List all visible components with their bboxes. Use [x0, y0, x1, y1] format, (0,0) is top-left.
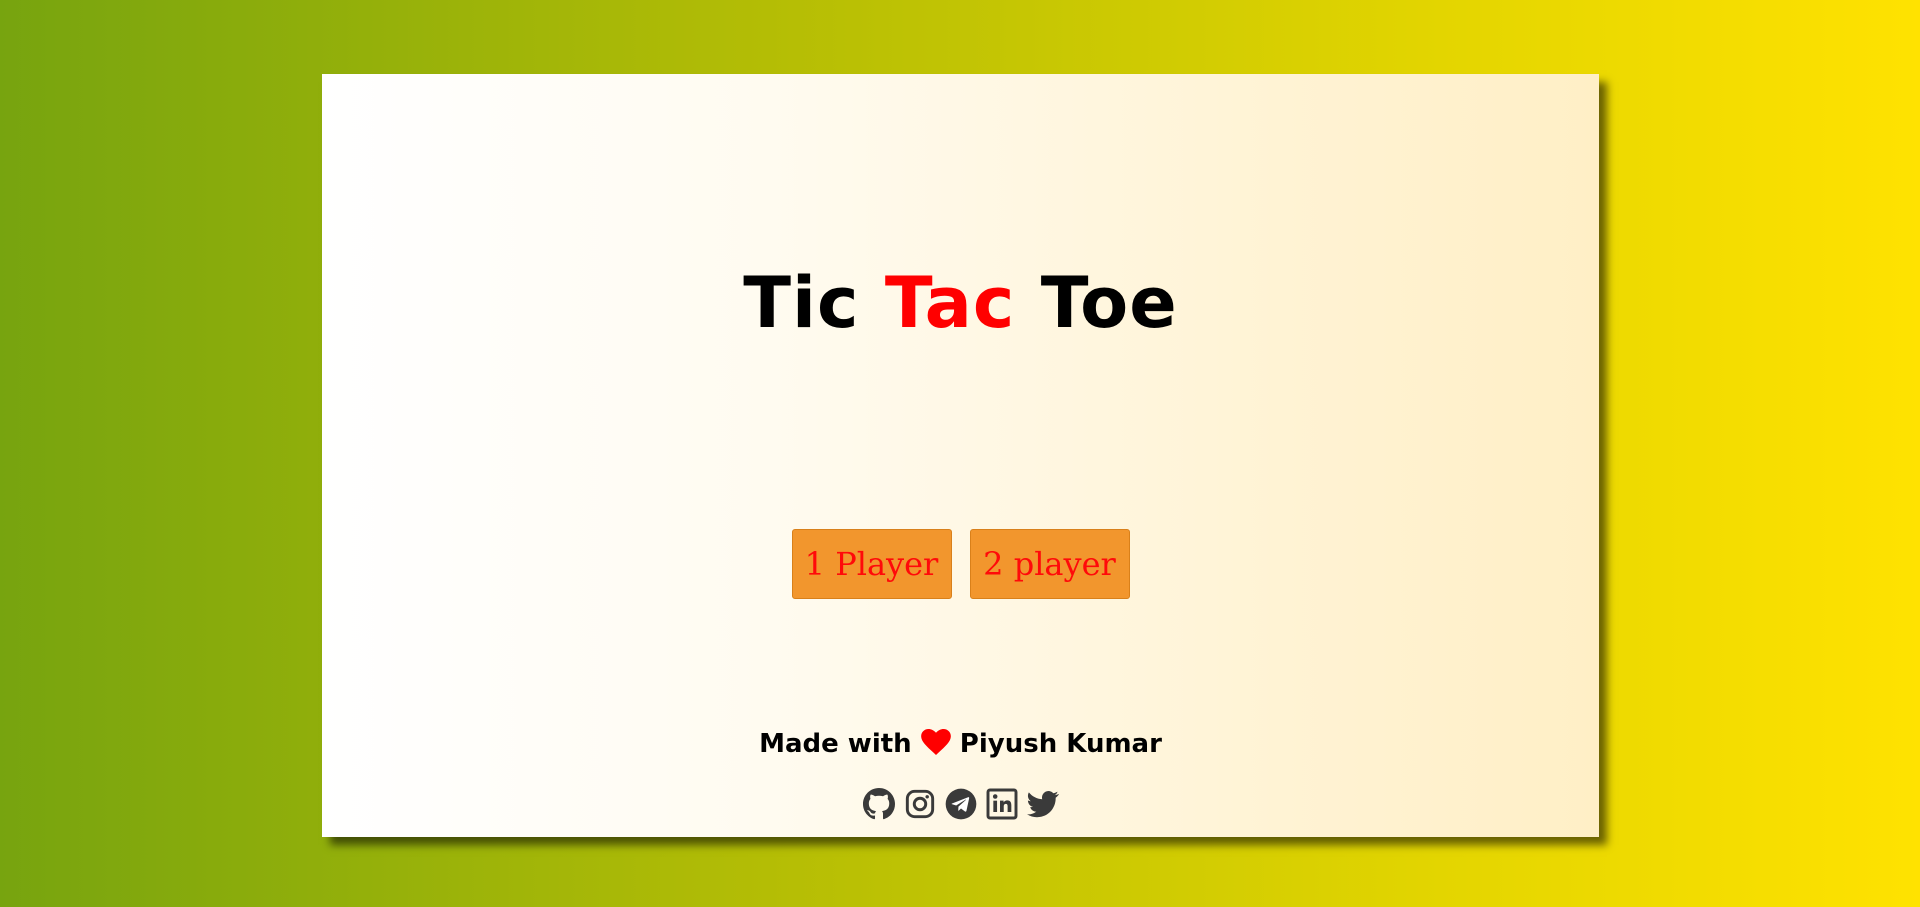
heart-icon [920, 729, 951, 762]
credits: Made with Piyush Kumar [322, 729, 1599, 762]
title-tic: Tic [743, 262, 860, 344]
telegram-icon[interactable] [944, 787, 978, 821]
title-tac: Tac [884, 262, 1016, 344]
twitter-icon[interactable] [1026, 787, 1060, 821]
author-name: Piyush Kumar [959, 729, 1162, 759]
linkedin-icon[interactable] [985, 787, 1019, 821]
made-with-text: Made with [759, 729, 912, 759]
title-toe: Toe [1040, 262, 1178, 344]
page-title: Tic Tac Toe [322, 262, 1599, 344]
two-player-button[interactable]: 2 player [969, 529, 1130, 599]
instagram-icon[interactable] [903, 787, 937, 821]
mode-buttons: 1 Player 2 player [322, 529, 1599, 599]
github-icon[interactable] [862, 787, 896, 821]
one-player-button[interactable]: 1 Player [791, 529, 952, 599]
main-card: Tic Tac Toe 1 Player 2 player Made with … [322, 74, 1599, 837]
social-links [322, 787, 1599, 821]
